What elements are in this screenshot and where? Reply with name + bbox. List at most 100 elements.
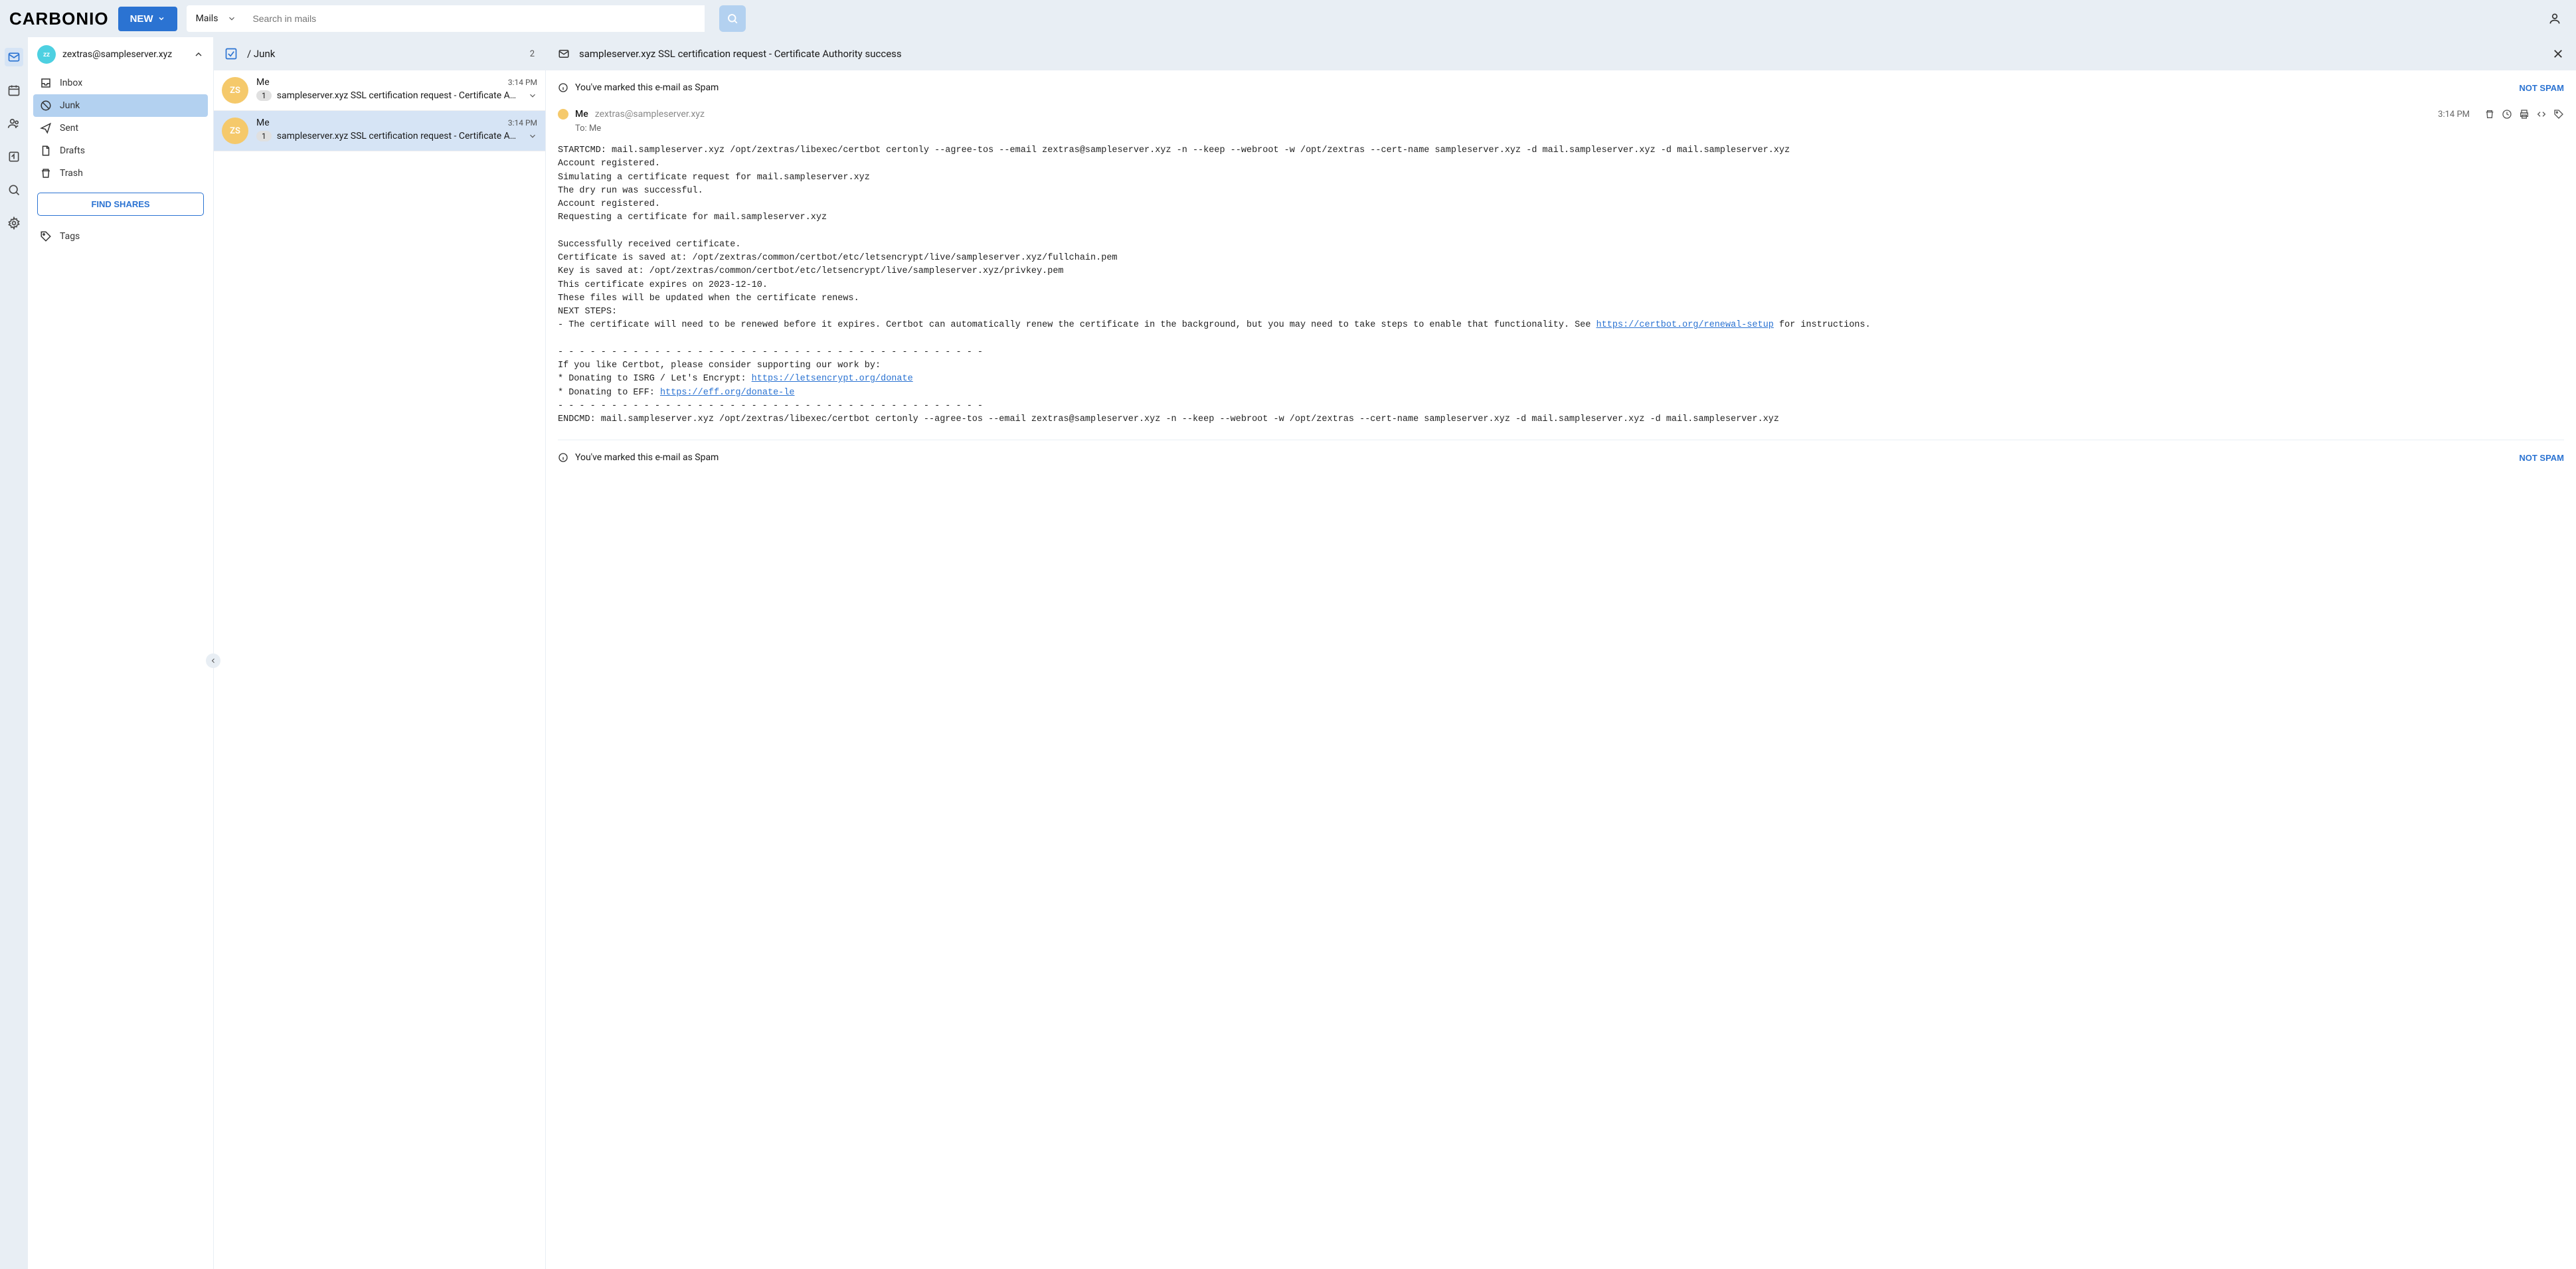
chevron-up-icon [193,49,204,60]
spam-banner: You've marked this e-mail as Spam NOT SP… [558,70,2564,105]
new-button-label: NEW [130,13,153,25]
info-icon [558,82,568,93]
chevron-left-icon [209,657,217,665]
conversation-avatar: ZS [222,118,248,144]
people-icon [7,117,21,130]
find-shares-button[interactable]: FIND SHARES [37,193,204,216]
close-icon[interactable] [2552,48,2564,60]
conversation-time: 3:14 PM [508,118,537,127]
folder-junk[interactable]: Junk [33,94,208,117]
spam-notice-text: You've marked this e-mail as Spam [575,452,2512,463]
rail-settings[interactable] [5,214,23,232]
search-icon [727,13,738,25]
account-email: zextras@sampleserver.xyz [62,49,187,60]
from-email: zextras@sampleserver.xyz [595,109,705,120]
search-scope-dropdown[interactable]: Mails [187,5,245,32]
message-avatar [558,109,568,120]
chevron-down-icon[interactable] [528,91,537,100]
folder-sent[interactable]: Sent [33,117,208,139]
message-header: Me zextras@sampleserver.xyz 3:14 PM To: … [558,109,2564,133]
code-icon[interactable] [2536,109,2547,120]
trash-icon [40,167,52,179]
chevron-down-icon [157,15,165,23]
search-input[interactable] [244,5,704,32]
rail-files[interactable] [5,147,23,166]
chevron-down-icon [227,14,236,23]
rail-calendar[interactable] [5,81,23,100]
clock-icon[interactable] [2502,109,2512,120]
conversation-count-badge: 1 [256,131,272,141]
folder-label: Sent [60,123,78,133]
folder-label: Trash [60,168,83,179]
conversation-count-badge: 1 [256,90,272,101]
donate-isrg-link[interactable]: https://letsencrypt.org/donate [752,374,913,384]
files-icon [7,150,21,163]
delete-icon[interactable] [2484,109,2495,120]
search-bar: Mails [187,5,705,32]
brand-logo: CARBONIO [9,9,109,29]
message-subject: sampleserver.xyz SSL certification reque… [579,48,2543,60]
drafts-icon [40,145,52,157]
conversation-time: 3:14 PM [508,78,537,87]
sidebar-collapse-handle[interactable] [206,653,220,668]
message-count: 2 [530,49,535,59]
folder-trash[interactable]: Trash [33,162,208,185]
conversation-subject: sampleserver.xyz SSL certification reque… [277,90,523,101]
new-button[interactable]: NEW [118,7,177,31]
not-spam-button[interactable]: NOT SPAM [2519,453,2564,463]
message-time: 3:14 PM [2438,110,2470,120]
not-spam-button[interactable]: NOT SPAM [2519,83,2564,93]
select-all-icon[interactable] [224,47,238,60]
person-icon [2548,12,2561,25]
folder-list: Inbox Junk Sent Drafts Trash [28,72,213,185]
reading-pane-header: sampleserver.xyz SSL certification reque… [546,37,2576,70]
message-list: / Junk 2 ZS Me 3:14 PM 1 sampleserver.xy… [214,37,546,1269]
junk-icon [40,100,52,112]
search-scope-label: Mails [196,13,218,24]
inbox-icon [40,77,52,89]
tag-icon[interactable] [2553,109,2564,120]
renewal-link[interactable]: https://certbot.org/renewal-setup [1596,320,1774,330]
conversation-sender: Me [256,118,270,128]
to-value: Me [589,124,601,133]
gear-icon [7,216,21,230]
tag-icon [40,230,52,242]
print-icon[interactable] [2519,109,2530,120]
tags-label: Tags [60,231,80,242]
conversation-avatar: ZS [222,77,248,104]
donate-eff-link[interactable]: https://eff.org/donate-le [660,388,795,398]
folder-inbox[interactable]: Inbox [33,72,208,94]
tags-row[interactable]: Tags [28,224,213,249]
reading-pane: sampleserver.xyz SSL certification reque… [546,37,2576,1269]
rail-search[interactable] [5,181,23,199]
account-header[interactable]: zz zextras@sampleserver.xyz [28,37,213,72]
calendar-icon [7,84,21,97]
conversation-item[interactable]: ZS Me 3:14 PM 1 sampleserver.xyz SSL cer… [214,70,545,111]
folder-label: Drafts [60,145,85,156]
folder-drafts[interactable]: Drafts [33,139,208,162]
sidebar: zz zextras@sampleserver.xyz Inbox Junk S… [28,37,214,1269]
rail-mail[interactable] [5,48,23,66]
topbar: CARBONIO NEW Mails [0,0,2576,37]
to-label: To: [575,124,587,133]
app-rail [0,37,28,1269]
conversation-subject: sampleserver.xyz SSL certification reque… [277,131,523,141]
info-icon [558,452,568,463]
spam-banner: You've marked this e-mail as Spam NOT SP… [558,440,2564,475]
message-list-header: / Junk 2 [214,37,545,70]
account-avatar: zz [37,45,56,64]
conversation-item[interactable]: ZS Me 3:14 PM 1 sampleserver.xyz SSL cer… [214,111,545,151]
mail-icon [7,50,21,64]
search-button[interactable] [719,5,746,32]
folder-label: Inbox [60,78,82,88]
message-body: STARTCMD: mail.sampleserver.xyz /opt/zex… [558,144,2564,426]
profile-button[interactable] [2543,7,2567,31]
chevron-down-icon[interactable] [528,131,537,141]
from-name: Me [575,109,588,120]
spam-notice-text: You've marked this e-mail as Spam [575,82,2512,93]
folder-label: Junk [60,100,80,111]
conversation-sender: Me [256,77,270,88]
folder-path: / Junk [247,48,521,60]
rail-contacts[interactable] [5,114,23,133]
sent-icon [40,122,52,134]
